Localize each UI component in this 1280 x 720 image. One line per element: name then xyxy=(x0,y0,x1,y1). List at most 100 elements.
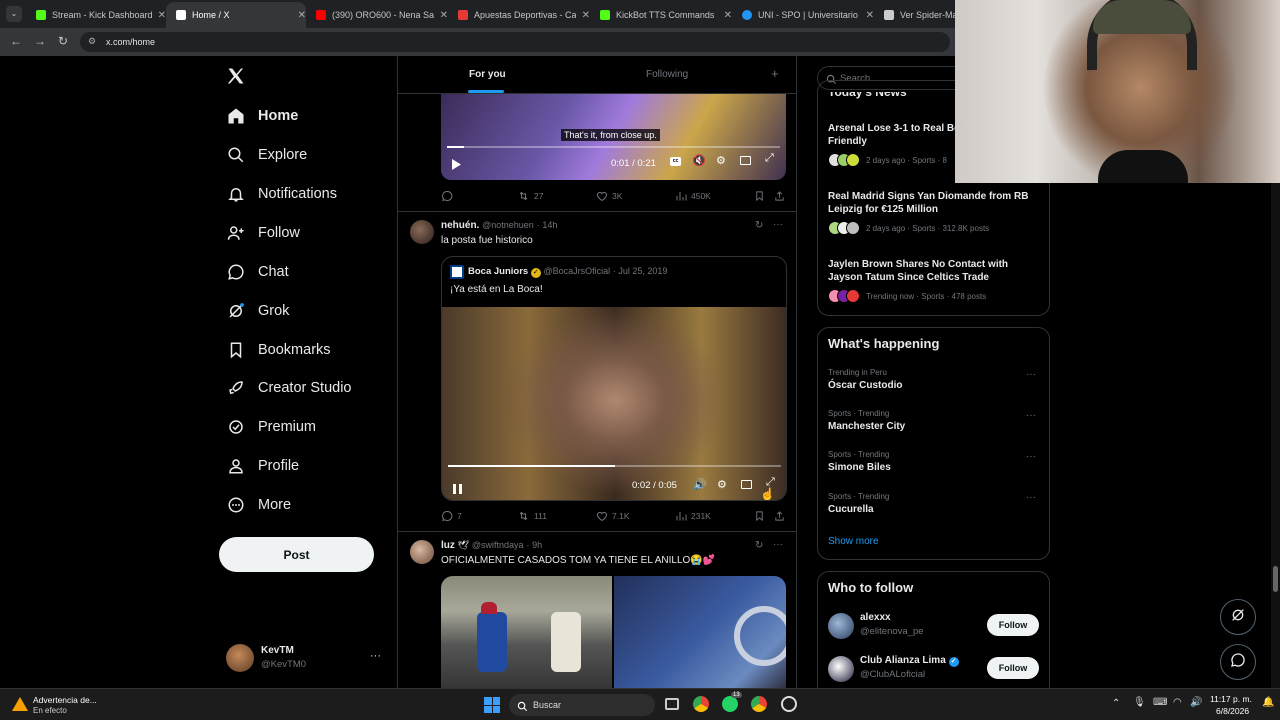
avatar[interactable] xyxy=(828,613,854,639)
tray-chevron-icon[interactable]: ⌃ xyxy=(1112,698,1120,709)
notification-title[interactable]: Advertencia de... xyxy=(33,695,97,705)
news-item-title[interactable]: Real Madrid Signs Yan Diomande from RB L… xyxy=(828,190,1038,216)
play-icon[interactable] xyxy=(451,157,461,175)
reload-icon[interactable]: ↻ xyxy=(58,34,68,48)
grok-explain-icon[interactable]: ↻ xyxy=(755,540,763,551)
forward-icon[interactable]: → xyxy=(34,34,46,48)
site-info-icon[interactable]: ⚙ xyxy=(88,36,96,47)
close-tab-icon[interactable]: ✕ xyxy=(440,10,448,21)
trend-name[interactable]: Simone Biles xyxy=(828,462,891,473)
keyboard-icon[interactable]: ⌨ xyxy=(1153,697,1167,708)
mute-icon[interactable]: 🔇 xyxy=(692,154,706,167)
browser-tab-active[interactable]: Home / X ✕ xyxy=(166,2,306,28)
tab-search-button[interactable]: ⌄ xyxy=(6,6,22,22)
follow-button[interactable]: Follow xyxy=(987,614,1039,636)
nav-more[interactable]: More xyxy=(226,490,291,520)
post-button[interactable]: Post xyxy=(219,537,374,572)
x-logo-icon[interactable] xyxy=(226,66,246,86)
tab-for-you[interactable]: For you xyxy=(469,69,506,80)
account-switcher[interactable]: KevTM @KevTM0 ··· xyxy=(222,640,390,678)
repost-button[interactable]: 111 xyxy=(517,510,547,522)
trend-name[interactable]: Óscar Custodio xyxy=(828,380,902,391)
bookmark-button[interactable] xyxy=(754,190,769,202)
nav-profile[interactable]: Profile xyxy=(226,451,299,481)
url-input[interactable]: ⚙ x.com/home xyxy=(80,32,950,52)
suggested-user-name[interactable]: Club Alianza Lima ✓ xyxy=(860,655,959,667)
warning-icon[interactable] xyxy=(12,697,28,711)
captions-icon[interactable]: cc xyxy=(670,157,681,166)
settings-icon[interactable]: ⚙ xyxy=(716,154,726,167)
show-more-link[interactable]: Show more xyxy=(828,536,879,547)
app-icon[interactable] xyxy=(781,696,797,712)
browser-tab[interactable]: UNI - SPO | Universitario v ✕ xyxy=(732,2,874,28)
add-tab-icon[interactable]: + xyxy=(771,66,779,81)
avatar[interactable] xyxy=(828,656,854,682)
follow-button[interactable]: Follow xyxy=(987,657,1039,679)
nav-explore[interactable]: Explore xyxy=(226,140,307,170)
post-author[interactable]: luz 🕊 @swiftndaya · 9h xyxy=(441,540,542,551)
pip-icon[interactable] xyxy=(741,480,752,489)
messages-float-button[interactable] xyxy=(1220,644,1256,680)
reply-button[interactable]: 7 xyxy=(441,510,462,522)
close-tab-icon[interactable]: ✕ xyxy=(724,10,732,21)
share-button[interactable] xyxy=(774,190,789,202)
taskbar-search[interactable]: Buscar xyxy=(509,694,655,716)
fullscreen-icon[interactable]: ⤢ xyxy=(765,152,774,165)
task-view-icon[interactable] xyxy=(665,698,679,710)
video-player[interactable]: That's it, from close up. 0:01 / 0:21 cc… xyxy=(441,86,786,180)
settings-icon[interactable]: ⚙ xyxy=(717,478,727,491)
trend-name[interactable]: Cucurella xyxy=(828,504,874,515)
microphone-icon[interactable]: 🎙 xyxy=(1133,697,1146,708)
reply-button[interactable] xyxy=(441,190,457,202)
views-button[interactable]: 450K xyxy=(675,190,711,202)
nav-creator-studio[interactable]: Creator Studio xyxy=(226,373,352,403)
close-tab-icon[interactable]: ✕ xyxy=(158,10,166,21)
more-dots-icon[interactable]: ··· xyxy=(1026,492,1036,503)
pip-icon[interactable] xyxy=(740,156,751,165)
close-tab-icon[interactable]: ✕ xyxy=(298,10,306,21)
video-player[interactable]: 0:02 / 0:05 🔊 ⚙ ⤢ ☝ xyxy=(442,307,786,500)
news-item-title[interactable]: Arsenal Lose 3-1 to Real Be Friendly xyxy=(828,122,968,148)
back-icon[interactable]: ← xyxy=(10,34,22,48)
browser-tab[interactable]: Ver Spider-Man: xyxy=(874,2,964,28)
more-dots-icon[interactable]: ··· xyxy=(773,539,783,550)
video-progress-track[interactable] xyxy=(448,465,781,467)
post-image[interactable] xyxy=(614,576,786,688)
windows-start-icon[interactable] xyxy=(484,697,500,713)
avatar[interactable] xyxy=(410,220,434,244)
nav-home[interactable]: Home xyxy=(226,101,298,131)
avatar[interactable] xyxy=(410,540,434,564)
nav-notifications[interactable]: Notifications xyxy=(226,179,337,209)
whatsapp-icon[interactable] xyxy=(722,696,738,712)
close-tab-icon[interactable]: ✕ xyxy=(866,10,874,21)
nav-premium[interactable]: Premium xyxy=(226,412,316,442)
wifi-icon[interactable]: ◠ xyxy=(1173,697,1182,708)
trend-name[interactable]: Manchester City xyxy=(828,421,905,432)
more-dots-icon[interactable]: ··· xyxy=(1026,410,1036,421)
chrome-active-icon[interactable] xyxy=(751,696,767,712)
share-button[interactable] xyxy=(774,510,789,522)
chrome-icon[interactable] xyxy=(693,696,709,712)
scrollbar-thumb[interactable] xyxy=(1273,566,1278,592)
repost-button[interactable]: 27 xyxy=(517,190,543,202)
grok-float-button[interactable] xyxy=(1220,599,1256,635)
like-button[interactable]: 3K xyxy=(596,190,622,202)
views-button[interactable]: 231K xyxy=(675,510,711,522)
pause-icon[interactable] xyxy=(453,481,462,499)
browser-tab[interactable]: KickBot TTS Commands ✕ xyxy=(590,2,732,28)
post-image[interactable] xyxy=(441,576,612,688)
close-tab-icon[interactable]: ✕ xyxy=(582,10,590,21)
suggested-user-name[interactable]: alexxx xyxy=(860,612,891,623)
browser-tab[interactable]: (390) ORO600 - Nena Sad ✕ xyxy=(306,2,448,28)
nav-bookmarks[interactable]: Bookmarks xyxy=(226,335,331,365)
more-dots-icon[interactable]: ··· xyxy=(370,650,381,662)
like-button[interactable]: 7.1K xyxy=(596,510,630,522)
nav-follow[interactable]: Follow xyxy=(226,218,300,248)
clock-time[interactable]: 11:17 p. m. xyxy=(1210,694,1252,704)
browser-tab[interactable]: Apuestas Deportivas - Cas ✕ xyxy=(448,2,590,28)
video-progress-track[interactable] xyxy=(447,146,780,148)
clock-date[interactable]: 6/8/2026 xyxy=(1216,706,1249,716)
volume-icon[interactable]: 🔊 xyxy=(693,478,707,491)
news-item-title[interactable]: Jaylen Brown Shares No Contact with Jays… xyxy=(828,258,1038,284)
nav-chat[interactable]: Chat xyxy=(226,257,289,287)
